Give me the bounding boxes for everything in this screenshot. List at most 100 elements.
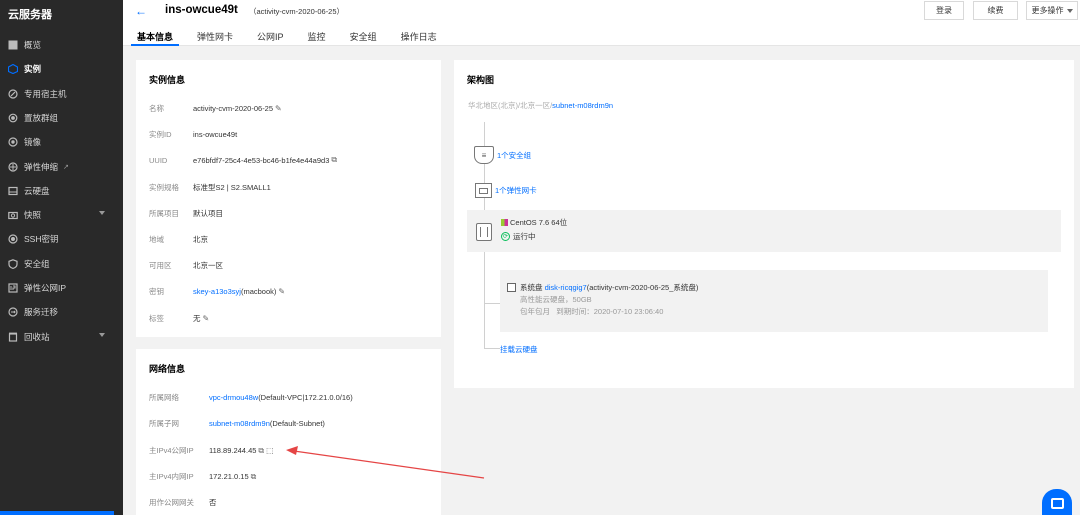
key-link[interactable]: skey-a13o3syj [193,287,241,296]
tab-item[interactable]: 弹性网卡 [197,28,233,46]
architecture-title: 架构图 [467,75,495,85]
info-row: 名称 activity-cvm-2020-06-25 ✎ [149,103,282,114]
security-group-link[interactable]: 1个安全组 [497,150,531,161]
info-row: 地域 北京 [149,234,208,245]
disk-icon [8,186,18,196]
copy-icon[interactable]: ⧉ [331,155,337,165]
disk-link[interactable]: disk-ricqgig7 [545,283,587,292]
subnet-link[interactable]: subnet-m08rdm9n [552,101,613,110]
sidebar-item[interactable]: 镜像 [0,130,123,154]
info-row-public-ip: 主IPv4公网IP 118.89.244.45 ⧉ ⬚ [149,445,274,456]
info-row: 实例ID ins-owcue49t [149,129,237,140]
tab-item[interactable]: 监控 [308,28,326,46]
shield-icon: ≡ [474,146,494,164]
sidebar-item-label: 镜像 [24,137,42,148]
page-header: ← ins-owcue49t （activity-cvm-2020-06-25）… [123,0,1080,46]
tab-item[interactable]: 基本信息 [130,28,180,46]
edit-icon[interactable]: ✎ [203,314,210,323]
key-icon [8,234,18,244]
chevron-down-icon [99,211,105,216]
info-row: 可用区 北京一区 [149,260,223,271]
tab-item[interactable]: 安全组 [350,28,377,46]
edit-icon[interactable]: ✎ [278,287,285,296]
sidebar-item-label: 服务迁移 [24,307,59,318]
cvm-node: CentOS 7.6 64位 ⟳ 运行中 [467,210,1061,252]
info-row: 实例规格 标准型S2 | S2.SMALL1 [149,182,271,193]
edit-ip-icon[interactable]: ⬚ [266,446,274,455]
connector-line [484,303,500,304]
migrate-icon [8,307,18,317]
sidebar-bottom-bar [0,511,114,515]
shield-icon [8,258,18,269]
back-arrow-icon[interactable]: ← [135,4,147,18]
sidebar-item-label: 实例 [24,64,42,75]
sidebar-item-label: 概览 [24,40,42,50]
sidebar-item[interactable]: SSH密钥 [0,227,123,251]
sidebar-item-label: 弹性伸缩 [24,161,59,172]
page-title: ins-owcue49t [165,4,238,16]
info-row-private-ip: 主IPv4内网IP 172.21.0.15 ⧉ [149,471,257,482]
info-label: 所属项目 [149,208,179,218]
disk-title: 系统盘 disk-ricqgig7(activity-cvm-2020-06-2… [520,283,699,292]
disc-icon [8,137,18,147]
info-value: e76bfdf7-25c4-4e53-bc46-b1fe4e44a9d3 [193,155,330,165]
info-value: 北京一区 [193,261,223,271]
system-disk-node: 系统盘 disk-ricqgig7(activity-cvm-2020-06-2… [500,270,1048,332]
sidebar-item[interactable]: 服务迁移 [0,300,123,324]
copy-icon[interactable]: ⧉ [251,472,257,482]
sidebar-item[interactable]: 云硬盘 [0,179,123,203]
tab-bar: 基本信息 弹性网卡 公网IP 监控 安全组 操作日志 [130,28,461,46]
chat-icon [1050,497,1064,509]
login-button[interactable]: 登录 [924,1,964,20]
eni-node: 1个弹性网卡 [475,183,537,198]
server-icon [476,223,492,241]
info-label: 标签 [149,313,164,323]
renew-button[interactable]: 续费 [973,1,1018,20]
sidebar-item[interactable]: 置放群组 [0,106,123,130]
sidebar-item-label: 回收站 [24,331,50,342]
chevron-down-icon [99,332,105,337]
more-actions-dropdown[interactable]: 更多操作 [1026,1,1078,20]
network-info-title: 网络信息 [149,364,186,374]
copy-icon[interactable]: ⧉ [258,446,264,456]
info-label: 密钥 [149,287,164,297]
vpc-link[interactable]: vpc-drmou48w [209,393,258,402]
sidebar-item[interactable]: 弹性公网IP [0,276,123,300]
sidebar-item[interactable]: 弹性伸缩 ↗ [0,155,123,179]
trash-icon [8,332,18,342]
info-value: 无 [193,313,201,323]
sidebar-title: 云服务器 [8,9,52,21]
cube-icon [8,64,18,75]
sidebar-item-label: 快照 [24,210,42,221]
sidebar-item[interactable]: 概览 [0,33,123,57]
info-value: 标准型S2 | S2.SMALL1 [193,182,271,192]
connector-line [484,252,485,348]
sidebar-item[interactable]: 回收站 [0,325,123,349]
info-label: 实例ID [149,130,172,140]
camera-icon [8,210,18,220]
more-actions-label: 更多操作 [1031,6,1064,15]
mount-disk-link[interactable]: 挂载云硬盘 [500,344,538,355]
tab-item[interactable]: 操作日志 [401,28,437,46]
chevron-down-icon [1066,8,1073,13]
sidebar-item[interactable]: 快照 [0,203,123,227]
sidebar-item[interactable]: 实例 [0,57,123,81]
sidebar-item[interactable]: 专用宿主机 [0,82,123,106]
info-row: 所属项目 默认项目 [149,208,223,219]
subnet-link[interactable]: subnet-m08rdm9n [209,419,270,428]
tab-item[interactable]: 公网IP [257,28,284,46]
info-row-subnet: 所属子网 subnet-m08rdm9n (Default-Subnet) [149,419,325,428]
chat-support-button[interactable] [1042,489,1072,515]
sidebar: 云服务器 概览 实例 专用宿主机 置放群组 镜像 弹性伸缩 ↗ 云硬盘 快照 SSH密钥 安全组 弹性… [0,0,123,515]
sidebar-item-label: 云硬盘 [24,185,50,196]
status-row: ⟳ 运行中 [501,231,536,242]
edit-icon[interactable]: ✎ [275,104,282,113]
connector-line [484,348,500,349]
mount-disk-node: 挂载云硬盘 [500,344,538,355]
info-row-gateway: 用作公网网关 否 [149,498,217,507]
sidebar-item[interactable]: 安全组 [0,252,123,276]
security-group-node: ≡ 1个安全组 [474,146,531,164]
public-ip-value: 118.89.244.45 [209,446,257,455]
ip-icon [8,283,18,293]
eni-link[interactable]: 1个弹性网卡 [495,185,537,196]
